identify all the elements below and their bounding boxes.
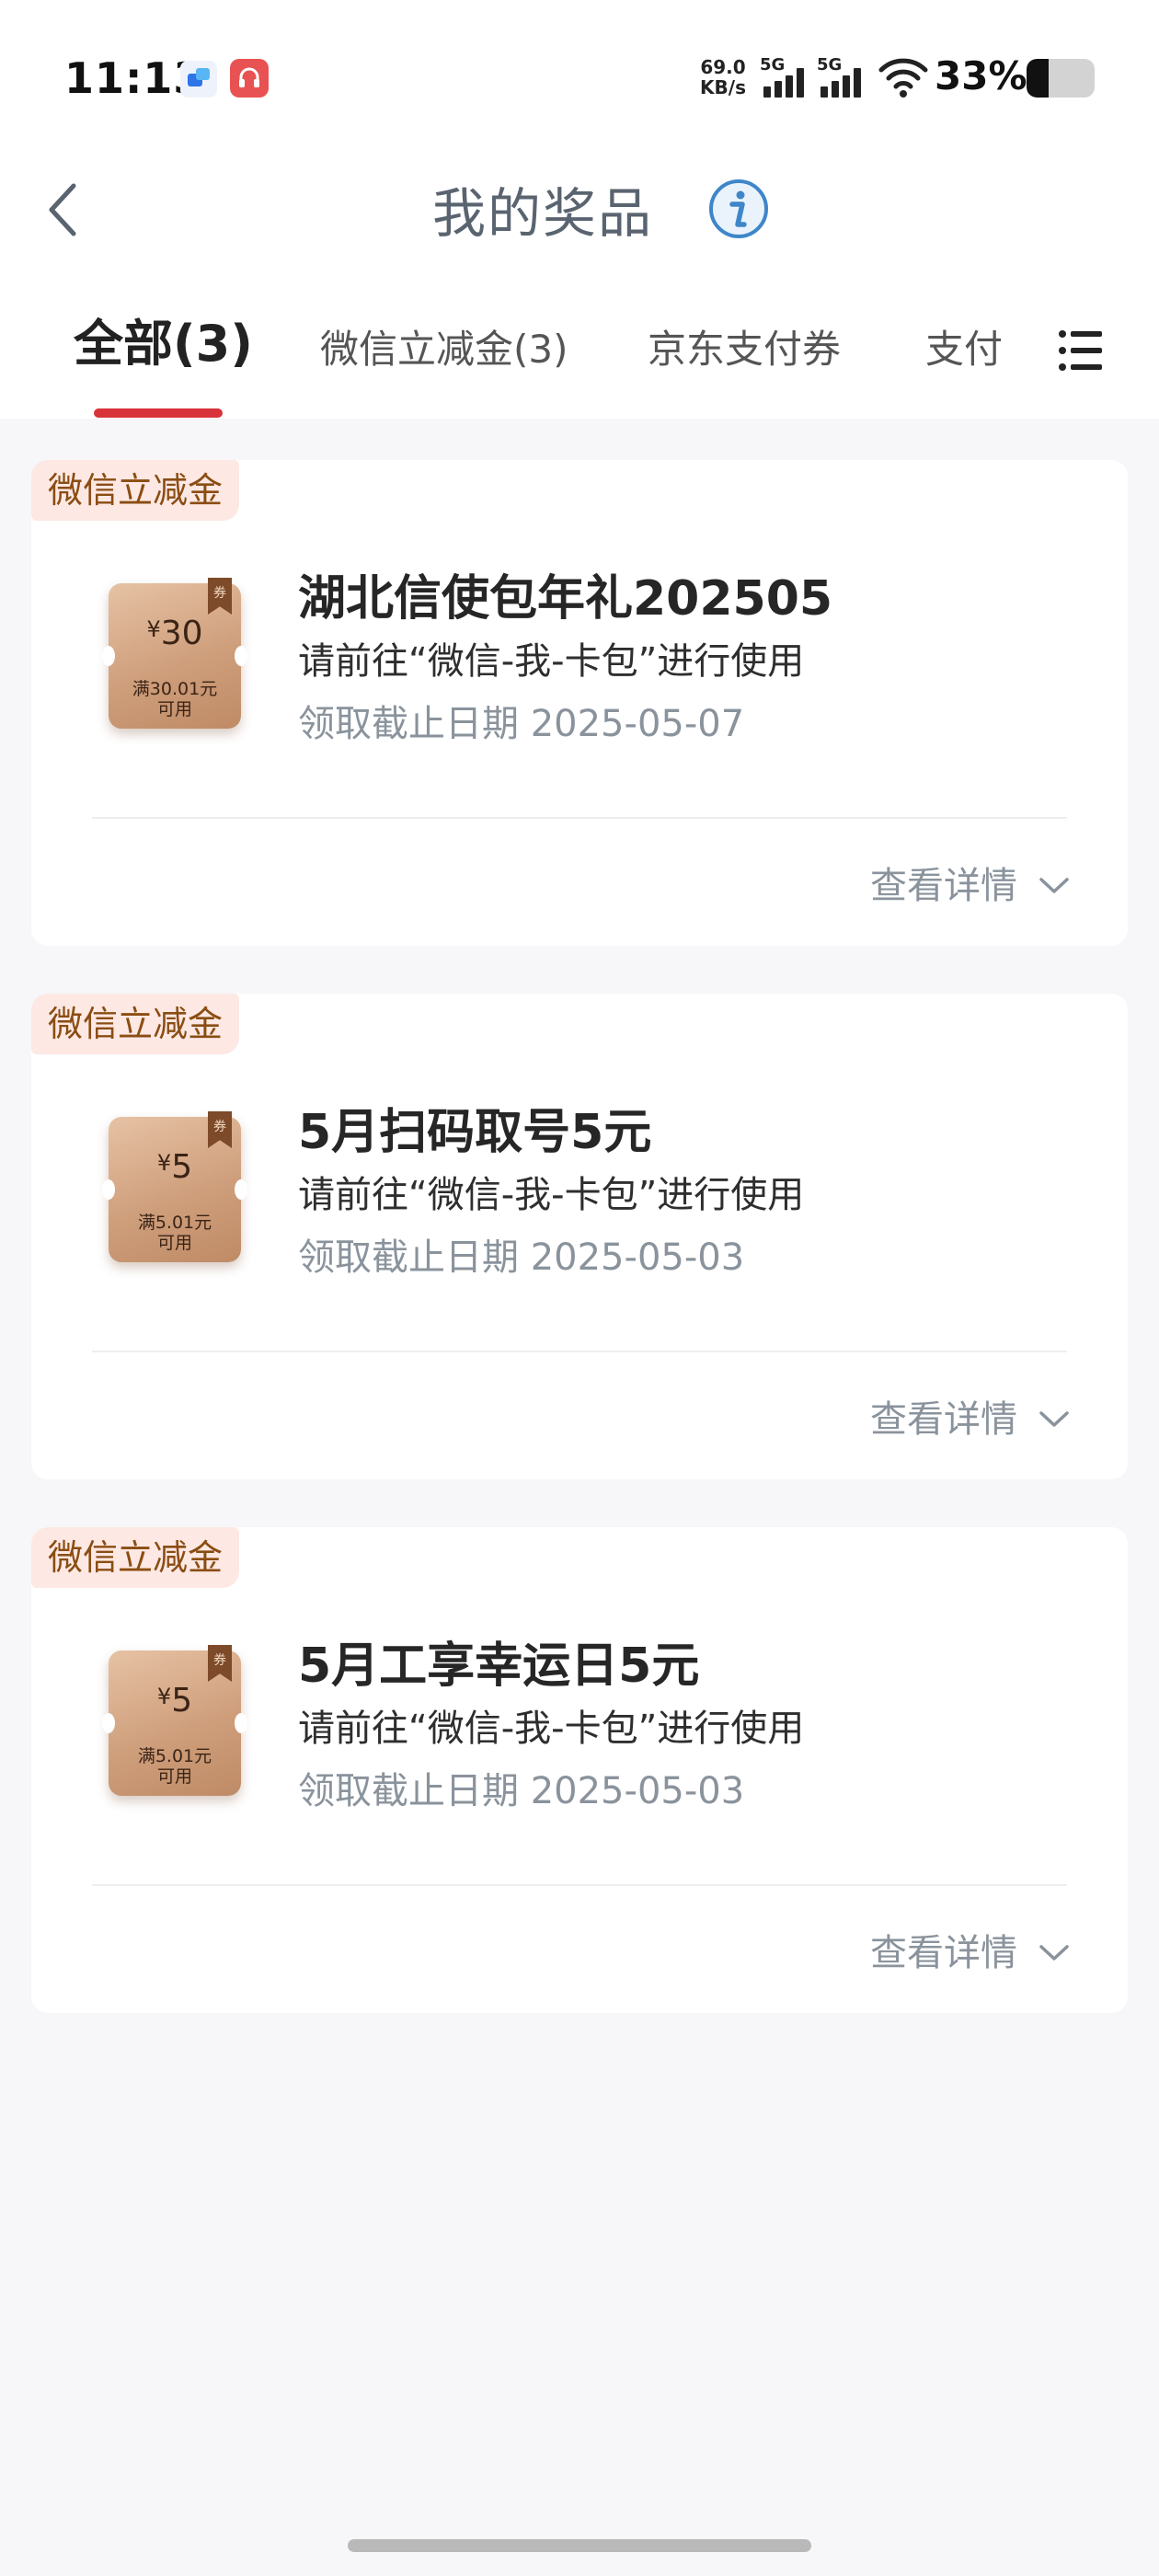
tab-wechat-discount[interactable]: 微信立减金(3) (320, 322, 568, 377)
view-details-button[interactable]: 查看详情 (859, 1384, 1080, 1448)
card-divider (92, 1351, 1067, 1352)
coupon-condition: 满5.01元 可用 (137, 1213, 212, 1253)
page-title-text: 我的奖品 (431, 181, 653, 245)
tab-payment[interactable]: 支付 (925, 322, 1003, 377)
view-details-label: 查看详情 (870, 865, 1017, 907)
network-speed-value: 69.0 (700, 56, 746, 78)
info-icon[interactable] (708, 178, 769, 239)
prize-usage-hint: 请前往“微信-我-卡包”进行使用 (298, 640, 805, 683)
coupon-amount: ¥5 (156, 1148, 193, 1186)
prize-usage-hint: 请前往“微信-我-卡包”进行使用 (298, 1174, 805, 1216)
coupon-badge: 券 (213, 1653, 226, 1668)
card-divider (92, 817, 1067, 819)
status-bar: 11:13 69.0 KB/s 5G 5G 33% (0, 0, 1159, 156)
tab-all[interactable]: 全部(3) (74, 316, 253, 372)
chevron-down-icon (1039, 878, 1069, 893)
coupon-icon: 券 ¥5 满5.01元 可用 (102, 1645, 247, 1796)
prize-card: 微信立减金 券 ¥5 满5.01元 可用 5月工享幸运日5元 请前往“微信-我-卡… (31, 1527, 1128, 2013)
prize-card: 微信立减金 券 ¥5 满5.01元 可用 5月扫码取号5元 请前往“微信-我-卡包… (31, 994, 1128, 1479)
app-notification-icon (180, 61, 217, 98)
signal-2-label: 5G (817, 55, 843, 75)
coupon-condition: 满30.01元 可用 (132, 679, 218, 719)
network-speed-unit: KB/s (700, 76, 746, 98)
home-indicator[interactable] (348, 2539, 811, 2552)
network-speed: 69.0 KB/s (695, 57, 751, 98)
coupon-icon: 券 ¥30 满30.01元 可用 (102, 578, 247, 729)
signal-1-label: 5G (760, 55, 786, 75)
headphone-app-icon (230, 59, 269, 98)
card-type-tag: 微信立减金 (31, 994, 240, 1054)
prize-card: 微信立减金 券 ¥30 满30.01元 可用 湖北信使包年礼202505 请前往“… (31, 460, 1128, 946)
coupon-badge: 券 (213, 586, 226, 601)
prize-title: 5月工享幸运日5元 (298, 1639, 700, 1694)
coupon-condition: 满5.01元 可用 (137, 1746, 212, 1787)
list-menu-icon[interactable] (1058, 329, 1104, 372)
tab-jd-payment-coupon[interactable]: 京东支付券 (648, 322, 841, 377)
signal-1-icon: 5G (760, 55, 811, 101)
page-title: 我的奖品 (0, 173, 1159, 250)
battery-fill (1027, 59, 1050, 98)
view-details-label: 查看详情 (870, 1932, 1017, 1974)
prize-title: 湖北信使包年礼202505 (298, 571, 833, 627)
signal-2-icon: 5G (817, 55, 868, 101)
card-type-tag: 微信立减金 (31, 1527, 240, 1588)
wifi-icon (878, 55, 929, 103)
battery-percent: 33% (935, 53, 1027, 98)
prize-deadline: 领取截止日期 2025-05-07 (298, 703, 745, 745)
battery-icon (1027, 59, 1095, 98)
prize-deadline: 领取截止日期 2025-05-03 (298, 1236, 745, 1279)
prize-title: 5月扫码取号5元 (298, 1105, 652, 1160)
prize-deadline: 领取截止日期 2025-05-03 (298, 1770, 745, 1812)
coupon-amount: ¥5 (156, 1682, 193, 1719)
coupon-icon: 券 ¥5 满5.01元 可用 (102, 1111, 247, 1262)
view-details-button[interactable]: 查看详情 (859, 850, 1080, 914)
coupon-badge: 券 (213, 1120, 226, 1134)
coupon-amount: ¥30 (146, 615, 203, 652)
card-divider (92, 1884, 1067, 1886)
view-details-button[interactable]: 查看详情 (859, 1917, 1080, 1982)
card-type-tag: 微信立减金 (31, 460, 240, 521)
chevron-down-icon (1039, 1945, 1069, 1961)
prize-usage-hint: 请前往“微信-我-卡包”进行使用 (298, 1708, 805, 1750)
view-details-label: 查看详情 (870, 1398, 1017, 1441)
active-tab-indicator (94, 408, 223, 418)
chevron-down-icon (1039, 1411, 1069, 1427)
